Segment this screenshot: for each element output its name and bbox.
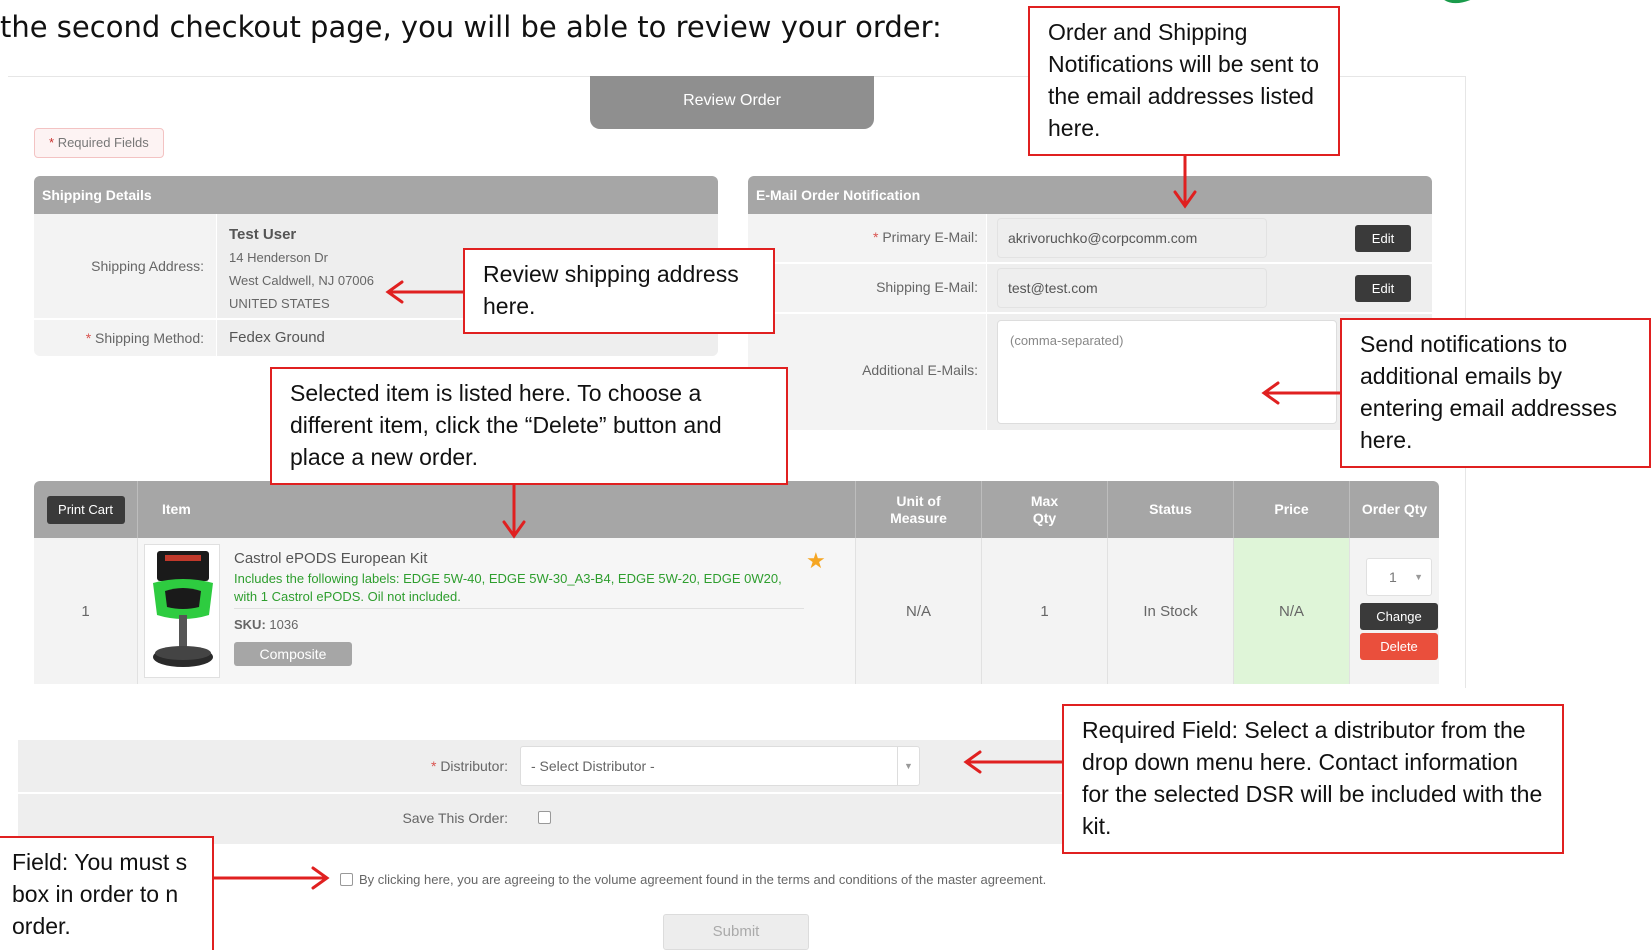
callout-notifications: Order and Shipping Notifications will be… [1028, 6, 1340, 156]
col-status: Status [1107, 481, 1233, 538]
ship-street: 14 Henderson Dr [229, 250, 328, 265]
intro-text: the second checkout page, you will be ab… [0, 10, 942, 44]
shipping-method-label: * Shipping Method: [85, 330, 204, 346]
composite-button[interactable]: Composite [234, 642, 352, 666]
edit-primary-email-button[interactable]: Edit [1355, 225, 1411, 252]
additional-emails-row: Additional E-Mails: (comma-separated) [748, 314, 1432, 430]
email-notification-header: E-Mail Order Notification [748, 176, 1432, 214]
col-item: Item [137, 481, 855, 538]
callout-checkbox: Field: You must s box in order to n orde… [0, 836, 214, 950]
shipping-address-label: Shipping Address: [91, 258, 204, 274]
order-qty-cell: 1 ▼ Change Delete [1349, 538, 1439, 684]
table-row: 1 Castrol ePODS European Kit Includes th… [34, 538, 1439, 684]
callout-shipping: Review shipping address here. [463, 248, 775, 334]
distributor-label: * Distributor: [430, 758, 508, 774]
col-price: Price [1233, 481, 1349, 538]
row-index: 1 [81, 602, 90, 620]
brand-logo [1395, 0, 1595, 12]
callout-item: Selected item is listed here. To choose … [270, 367, 788, 485]
shipping-email-label: Shipping E-Mail: [876, 279, 978, 295]
primary-email-row: * Primary E-Mail: akrivoruchko@corpcomm.… [748, 214, 1432, 262]
item-cell: Castrol ePODS European Kit Includes the … [137, 538, 855, 684]
callout-distributor: Required Field: Select a distributor fro… [1062, 704, 1564, 854]
additional-emails-textarea[interactable]: (comma-separated) [997, 320, 1337, 424]
item-sku: SKU: 1036 [234, 617, 299, 632]
item-title[interactable]: Castrol ePODS European Kit [234, 550, 427, 567]
primary-email-field[interactable]: akrivoruchko@corpcomm.com [997, 218, 1267, 258]
row-status: In Stock [1107, 538, 1233, 684]
save-order-checkbox[interactable] [538, 811, 551, 824]
shipping-details-header: Shipping Details [34, 176, 718, 214]
ship-name: Test User [229, 226, 297, 243]
chevron-down-icon: ▼ [897, 747, 919, 785]
chevron-down-icon: ▼ [1414, 572, 1423, 582]
cart-header: Print Cart Item Unit of Measure Max Qty … [34, 481, 1439, 538]
col-order-qty: Order Qty [1349, 481, 1439, 538]
row-price: N/A [1233, 538, 1349, 684]
row-max-qty: 1 [981, 538, 1107, 684]
shipping-email-row: Shipping E-Mail: test@test.com Edit [748, 264, 1432, 312]
agreement-text: By clicking here, you are agreeing to th… [359, 872, 1047, 887]
edit-shipping-email-button[interactable]: Edit [1355, 275, 1411, 302]
agreement-checkbox[interactable] [340, 873, 353, 886]
col-max-qty: Max Qty [981, 481, 1107, 538]
shipping-email-field[interactable]: test@test.com [997, 268, 1267, 308]
save-order-label: Save This Order: [402, 810, 508, 826]
required-fields-note: * Required Fields [34, 128, 164, 158]
ship-country: UNITED STATES [229, 296, 330, 311]
col-unit-of-measure: Unit of Measure [855, 481, 981, 538]
review-order-tab[interactable]: Review Order [590, 76, 874, 129]
ship-city: West Caldwell, NJ 07006 [229, 273, 374, 288]
shipping-method-value: Fedex Ground [229, 329, 325, 346]
email-notification-section: E-Mail Order Notification * Primary E-Ma… [748, 176, 1432, 430]
callout-additional: Send notifications to additional emails … [1340, 318, 1651, 468]
submit-button[interactable]: Submit [663, 914, 809, 950]
distributor-select[interactable]: - Select Distributor - ▼ [520, 746, 920, 786]
cart-table: Print Cart Item Unit of Measure Max Qty … [34, 481, 1439, 684]
print-cart-button[interactable]: Print Cart [46, 495, 125, 524]
product-image[interactable] [144, 544, 220, 678]
item-description: Includes the following labels: EDGE 5W-4… [234, 571, 782, 604]
primary-email-label: * Primary E-Mail: [872, 229, 978, 245]
delete-button[interactable]: Delete [1360, 633, 1438, 660]
item-divider [234, 608, 804, 609]
qty-select[interactable]: 1 ▼ [1366, 558, 1432, 596]
star-icon[interactable]: ★ [806, 548, 826, 574]
row-uom: N/A [855, 538, 981, 684]
change-button[interactable]: Change [1360, 603, 1438, 630]
distributor-row: * Distributor: - Select Distributor - ▼ [18, 740, 1110, 792]
